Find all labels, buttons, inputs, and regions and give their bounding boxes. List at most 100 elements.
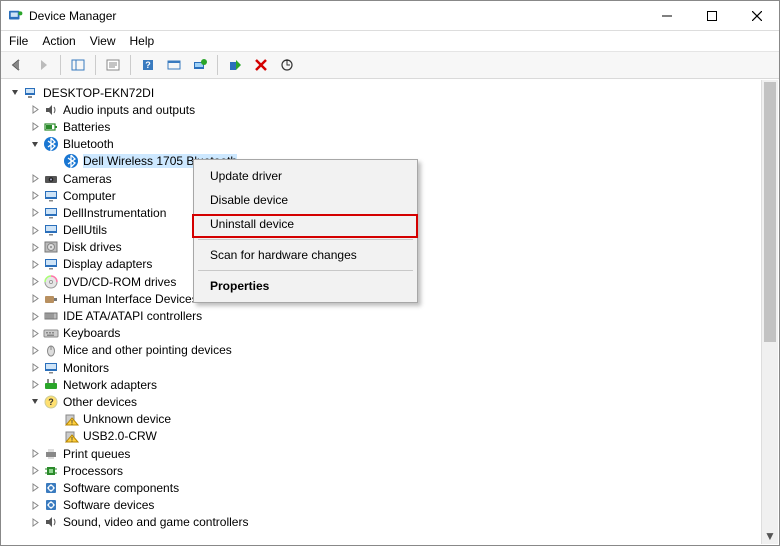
tree-category-label: Monitors: [63, 361, 109, 375]
cd-icon: [43, 274, 59, 290]
update-driver-button[interactable]: [188, 54, 212, 76]
tree-category[interactable]: Print queues: [6, 445, 761, 462]
show-hide-tree-button[interactable]: [66, 54, 90, 76]
expand-icon[interactable]: [28, 361, 42, 375]
help-button[interactable]: ?: [136, 54, 160, 76]
menu-action[interactable]: Action: [42, 34, 75, 48]
warn-icon: !: [63, 428, 79, 444]
tree-category[interactable]: Network adapters: [6, 376, 761, 393]
tree-category[interactable]: Batteries: [6, 118, 761, 135]
action-button[interactable]: [162, 54, 186, 76]
bluetooth-icon: [63, 153, 79, 169]
ctx-scan-hardware[interactable]: Scan for hardware changes: [196, 243, 415, 267]
expand-icon[interactable]: [28, 343, 42, 357]
audio-icon: [43, 102, 59, 118]
audio-icon: [43, 514, 59, 530]
expand-icon[interactable]: [28, 257, 42, 271]
tree-device[interactable]: !Unknown device: [6, 411, 761, 428]
back-button[interactable]: [5, 54, 29, 76]
expand-icon[interactable]: [28, 240, 42, 254]
menu-help[interactable]: Help: [130, 34, 155, 48]
scroll-down-arrow[interactable]: ▼: [762, 527, 778, 544]
ctx-properties[interactable]: Properties: [196, 274, 415, 298]
expand-icon[interactable]: [28, 498, 42, 512]
tree-category[interactable]: Software devices: [6, 497, 761, 514]
ide-icon: [43, 308, 59, 324]
tree-category[interactable]: Processors: [6, 462, 761, 479]
software-icon: [43, 497, 59, 513]
close-button[interactable]: [734, 1, 779, 31]
keyboard-icon: [43, 325, 59, 341]
tree-category[interactable]: Monitors: [6, 359, 761, 376]
tree-category[interactable]: Software components: [6, 479, 761, 496]
window-title: Device Manager: [9, 9, 116, 23]
device-tree[interactable]: DESKTOP-EKN72DIAudio inputs and outputsB…: [2, 80, 761, 544]
expand-icon[interactable]: [28, 223, 42, 237]
tree-device[interactable]: ! USB2.0-CRW: [6, 428, 761, 445]
monitor-icon: [43, 205, 59, 221]
expand-icon[interactable]: [28, 447, 42, 461]
tree-category[interactable]: IDE ATA/ATAPI controllers: [6, 307, 761, 324]
software-icon: [43, 480, 59, 496]
menu-file[interactable]: File: [9, 34, 28, 48]
expand-icon[interactable]: [28, 137, 42, 151]
expand-icon[interactable]: [28, 103, 42, 117]
expand-icon[interactable]: [28, 378, 42, 392]
svg-text:?: ?: [48, 397, 54, 407]
expand-spacer: [48, 154, 62, 168]
tree-category[interactable]: Sound, video and game controllers: [6, 514, 761, 531]
expand-icon[interactable]: [28, 481, 42, 495]
printer-icon: [43, 446, 59, 462]
minimize-button[interactable]: [644, 1, 689, 31]
tree-category[interactable]: Audio inputs and outputs: [6, 101, 761, 118]
properties-button[interactable]: [101, 54, 125, 76]
ctx-update-driver[interactable]: Update driver: [196, 164, 415, 188]
tree-category-label: Other devices: [63, 395, 137, 409]
tree-category-label: DellInstrumentation: [63, 206, 166, 220]
menu-view[interactable]: View: [90, 34, 116, 48]
expand-icon[interactable]: [28, 189, 42, 203]
tree-category[interactable]: Mice and other pointing devices: [6, 342, 761, 359]
tree-category-label: IDE ATA/ATAPI controllers: [63, 309, 202, 323]
tree-category[interactable]: Keyboards: [6, 325, 761, 342]
expand-icon[interactable]: [28, 275, 42, 289]
scroll-thumb[interactable]: [764, 82, 776, 342]
expand-icon[interactable]: [28, 172, 42, 186]
scan-hardware-button[interactable]: [275, 54, 299, 76]
ctx-uninstall-device[interactable]: Uninstall device: [196, 212, 415, 236]
hid-icon: [43, 291, 59, 307]
vertical-scrollbar[interactable]: ▲ ▼: [761, 80, 778, 544]
monitor-icon: [43, 222, 59, 238]
expand-icon[interactable]: [28, 326, 42, 340]
expand-icon[interactable]: [28, 395, 42, 409]
expand-icon[interactable]: [8, 86, 22, 100]
computer-icon: [23, 85, 39, 101]
tree-category-label: DVD/CD-ROM drives: [63, 275, 176, 289]
expand-icon[interactable]: [28, 292, 42, 306]
network-icon: [43, 377, 59, 393]
expand-icon[interactable]: [28, 515, 42, 529]
tree-root[interactable]: DESKTOP-EKN72DI: [6, 84, 761, 101]
uninstall-device-button[interactable]: [249, 54, 273, 76]
enable-device-button[interactable]: [223, 54, 247, 76]
tree-category[interactable]: ? Other devices: [6, 393, 761, 410]
forward-button[interactable]: [31, 54, 55, 76]
expand-icon[interactable]: [28, 206, 42, 220]
tree-category[interactable]: Bluetooth: [6, 136, 761, 153]
tree-device-label: USB2.0-CRW: [83, 429, 157, 443]
expand-icon[interactable]: [28, 309, 42, 323]
maximize-button[interactable]: [689, 1, 734, 31]
ctx-disable-device[interactable]: Disable device: [196, 188, 415, 212]
tree-category-label: Audio inputs and outputs: [63, 103, 195, 117]
expand-icon[interactable]: [28, 464, 42, 478]
battery-icon: [43, 119, 59, 135]
tree-category-label: Network adapters: [63, 378, 157, 392]
tree-category-label: Human Interface Devices: [63, 292, 198, 306]
tree-category-label: Sound, video and game controllers: [63, 515, 248, 529]
expand-icon[interactable]: [28, 120, 42, 134]
tree-category-label: Cameras: [63, 172, 112, 186]
tree-category-label: Bluetooth: [63, 137, 114, 151]
toolbar: ?: [1, 51, 779, 79]
tree-category-label: Processors: [63, 464, 123, 478]
tree-root-label: DESKTOP-EKN72DI: [43, 86, 154, 100]
